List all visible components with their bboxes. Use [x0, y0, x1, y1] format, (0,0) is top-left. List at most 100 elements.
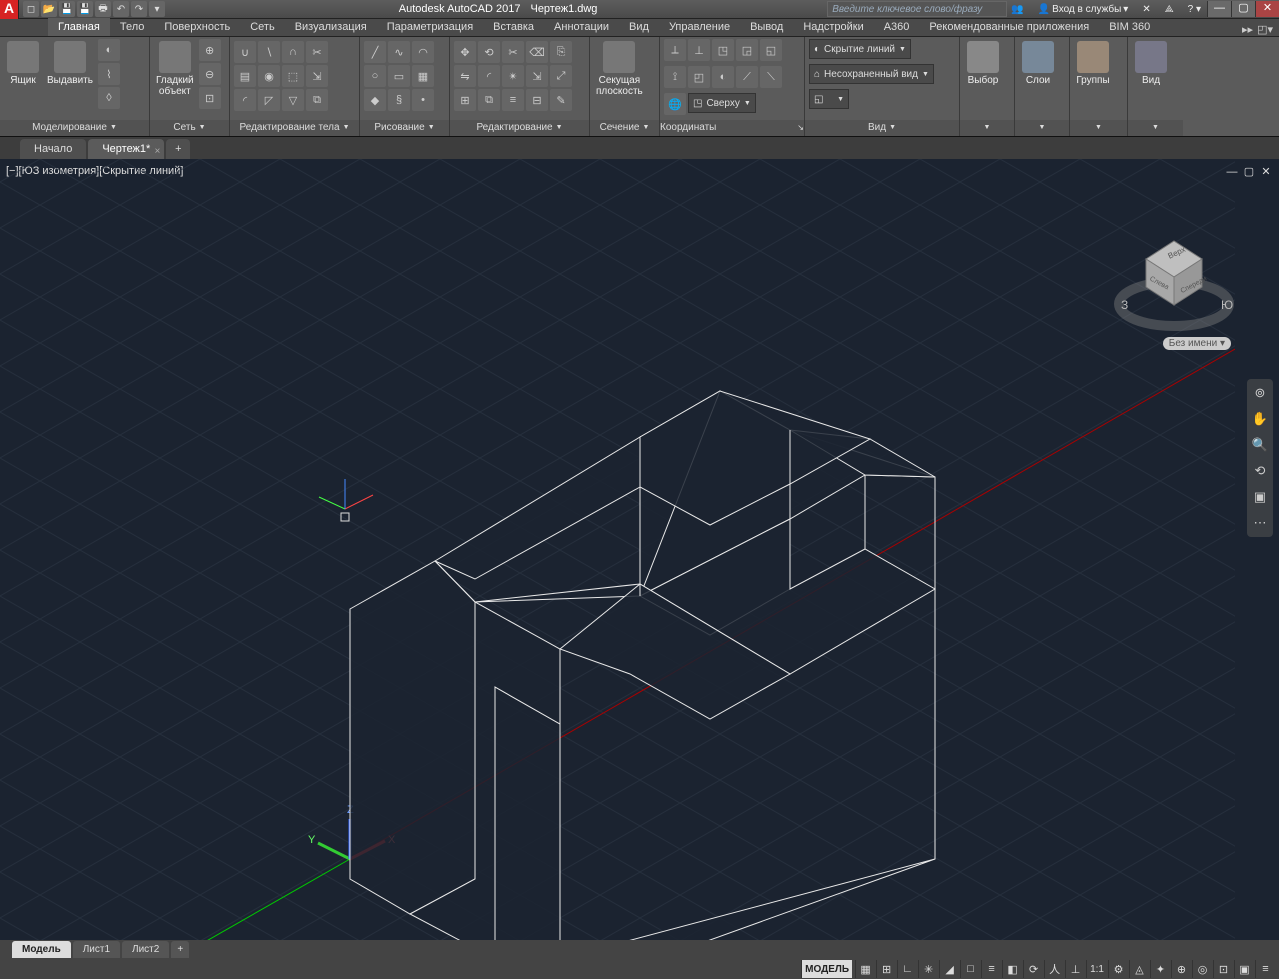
- erase-icon[interactable]: ⌫: [526, 41, 548, 63]
- ucs-icon3[interactable]: ◳: [712, 39, 734, 61]
- box-button[interactable]: Ящик: [4, 39, 42, 88]
- status-osnap-icon[interactable]: □: [960, 960, 980, 978]
- ucs-icon6[interactable]: ⟟: [664, 66, 686, 88]
- status-cycling-icon[interactable]: ⟳: [1023, 960, 1043, 978]
- viewcube-ucs-label[interactable]: Без имени ▾: [1163, 337, 1231, 350]
- copy-icon[interactable]: ⎘: [550, 41, 572, 63]
- tab-start[interactable]: Начало: [20, 139, 86, 159]
- region-icon[interactable]: ◆: [364, 89, 386, 111]
- wcs-icon[interactable]: 🌐: [664, 93, 686, 115]
- 3dalign-icon[interactable]: ⊟: [526, 89, 548, 111]
- tab-main[interactable]: Главная: [48, 18, 110, 36]
- status-ortho-icon[interactable]: ∟: [897, 960, 917, 978]
- visual-style-dropdown[interactable]: ◐ Скрытие линий ▼: [809, 39, 911, 59]
- union-icon[interactable]: ∪: [234, 41, 256, 63]
- groups-button[interactable]: Группы: [1074, 39, 1112, 88]
- a360-icon[interactable]: ⟁: [1161, 1, 1178, 17]
- ucs-icon4[interactable]: ◲: [736, 39, 758, 61]
- ucs-icon7[interactable]: ◰: [688, 66, 710, 88]
- tab-visualize[interactable]: Визуализация: [285, 18, 377, 36]
- status-polar-icon[interactable]: ✳: [918, 960, 938, 978]
- fillet-icon[interactable]: ◜: [234, 89, 256, 111]
- move-icon[interactable]: ✥: [454, 41, 476, 63]
- view-mgr-dropdown[interactable]: ◱ ▼: [809, 89, 849, 109]
- tab-sheet2[interactable]: Лист2: [122, 941, 169, 958]
- ribbon-scroll-icon[interactable]: ▸▸: [1242, 23, 1253, 36]
- panel-draw-title[interactable]: Рисование▼: [360, 120, 449, 136]
- vp-maximize-icon[interactable]: ▢: [1242, 165, 1256, 179]
- drawing-viewport[interactable]: [−][ЮЗ изометрия][Скрытие линий] — ▢ ✕ X…: [0, 159, 1279, 940]
- status-clean-icon[interactable]: ▣: [1234, 960, 1254, 978]
- qat-undo-icon[interactable]: ↶: [113, 1, 129, 17]
- chamfer-icon[interactable]: ◸: [258, 89, 280, 111]
- ribbon-expand-icon[interactable]: ◰▾: [1257, 23, 1273, 36]
- status-isolate-icon[interactable]: ◎: [1192, 960, 1212, 978]
- tab-view[interactable]: Вид: [619, 18, 659, 36]
- arc-icon[interactable]: ◠: [412, 41, 434, 63]
- nav-more-icon[interactable]: ⋯: [1250, 513, 1270, 533]
- tab-parametric[interactable]: Параметризация: [377, 18, 483, 36]
- status-hw-icon[interactable]: ⊡: [1213, 960, 1233, 978]
- panel-modify-title[interactable]: Редактирование▼: [450, 120, 589, 136]
- point-icon[interactable]: •: [412, 89, 434, 111]
- hatch-icon[interactable]: ▦: [412, 65, 434, 87]
- intersect-icon[interactable]: ∩: [282, 41, 304, 63]
- panel-groups-expand[interactable]: ▼: [1070, 120, 1127, 136]
- selection-button[interactable]: Выбор: [964, 39, 1002, 88]
- viewport-button[interactable]: Вид: [1132, 39, 1170, 88]
- nav-showmotion-icon[interactable]: ▣: [1250, 487, 1270, 507]
- panel-selection-expand[interactable]: ▼: [960, 120, 1014, 136]
- panel-coords-title[interactable]: Координаты↘: [660, 120, 804, 136]
- panel-section-title[interactable]: Сечение▼: [590, 120, 659, 136]
- panel-viewbtn-expand[interactable]: ▼: [1128, 120, 1183, 136]
- signin-button[interactable]: 👤 Вход в службы ▾: [1034, 1, 1133, 17]
- tab-output[interactable]: Вывод: [740, 18, 793, 36]
- nav-wheel-icon[interactable]: ⊚: [1250, 383, 1270, 403]
- status-anno-icon[interactable]: ◬: [1129, 960, 1149, 978]
- rotate-icon[interactable]: ⟲: [478, 41, 500, 63]
- tab-addins[interactable]: Надстройки: [793, 18, 873, 36]
- extrude-button[interactable]: Выдавить: [45, 39, 95, 88]
- helix-icon[interactable]: §: [388, 89, 410, 111]
- panel-mesh-title[interactable]: Сеть▼: [150, 120, 229, 136]
- sweep-icon[interactable]: ⌇: [98, 63, 120, 85]
- status-ws-icon[interactable]: ✦: [1150, 960, 1170, 978]
- offset-icon[interactable]: ⧉: [306, 89, 328, 111]
- qat-new-icon[interactable]: ◻: [23, 1, 39, 17]
- trim-icon[interactable]: ✂: [502, 41, 524, 63]
- status-transparency-icon[interactable]: ◧: [1002, 960, 1022, 978]
- tab-drawing[interactable]: Чертеж1*×: [88, 139, 164, 159]
- mesh-more-icon[interactable]: ⊕: [199, 39, 221, 61]
- tab-a360[interactable]: A360: [874, 18, 920, 36]
- imprint-icon[interactable]: ◉: [258, 65, 280, 87]
- stretch-icon[interactable]: ⇲: [526, 65, 548, 87]
- status-custom-icon[interactable]: ≡: [1255, 960, 1275, 978]
- ucs-icon8[interactable]: ◐: [712, 66, 734, 88]
- tab-manage[interactable]: Управление: [659, 18, 740, 36]
- qat-saveas-icon[interactable]: 💾: [77, 1, 93, 17]
- app-menu-icon[interactable]: A: [0, 0, 19, 19]
- status-dyn-icon[interactable]: ⊥: [1065, 960, 1085, 978]
- help-icon[interactable]: ? ▾: [1184, 1, 1205, 17]
- panel-modeling-title[interactable]: Моделирование▼: [0, 120, 149, 136]
- subtract-icon[interactable]: ∖: [258, 41, 280, 63]
- pedit-icon[interactable]: ✎: [550, 89, 572, 111]
- layers-button[interactable]: Слои: [1019, 39, 1057, 88]
- infocenter-icon[interactable]: 👥: [1007, 1, 1027, 17]
- taper-icon[interactable]: ▽: [282, 89, 304, 111]
- status-grid-icon[interactable]: ▦: [855, 960, 875, 978]
- status-gear-icon[interactable]: ⚙: [1108, 960, 1128, 978]
- shell-icon[interactable]: ⬚: [282, 65, 304, 87]
- extract-icon[interactable]: ⇲: [306, 65, 328, 87]
- help-search-input[interactable]: Введите ключевое слово/фразу: [827, 1, 1007, 17]
- offset2-icon[interactable]: ⧉: [478, 89, 500, 111]
- revolve-icon[interactable]: ◐: [98, 39, 120, 61]
- status-snap-icon[interactable]: ⊞: [876, 960, 896, 978]
- tab-bim360[interactable]: BIM 360: [1099, 18, 1160, 36]
- view-top-dropdown[interactable]: ◳ Сверху ▼: [688, 93, 756, 113]
- tab-model[interactable]: Модель: [12, 941, 71, 958]
- mesh-refine-icon[interactable]: ⊡: [199, 87, 221, 109]
- ucs-icon10[interactable]: ⟍: [760, 66, 782, 88]
- pline-icon[interactable]: ∿: [388, 41, 410, 63]
- ucs-icon1[interactable]: ⟂: [664, 39, 686, 61]
